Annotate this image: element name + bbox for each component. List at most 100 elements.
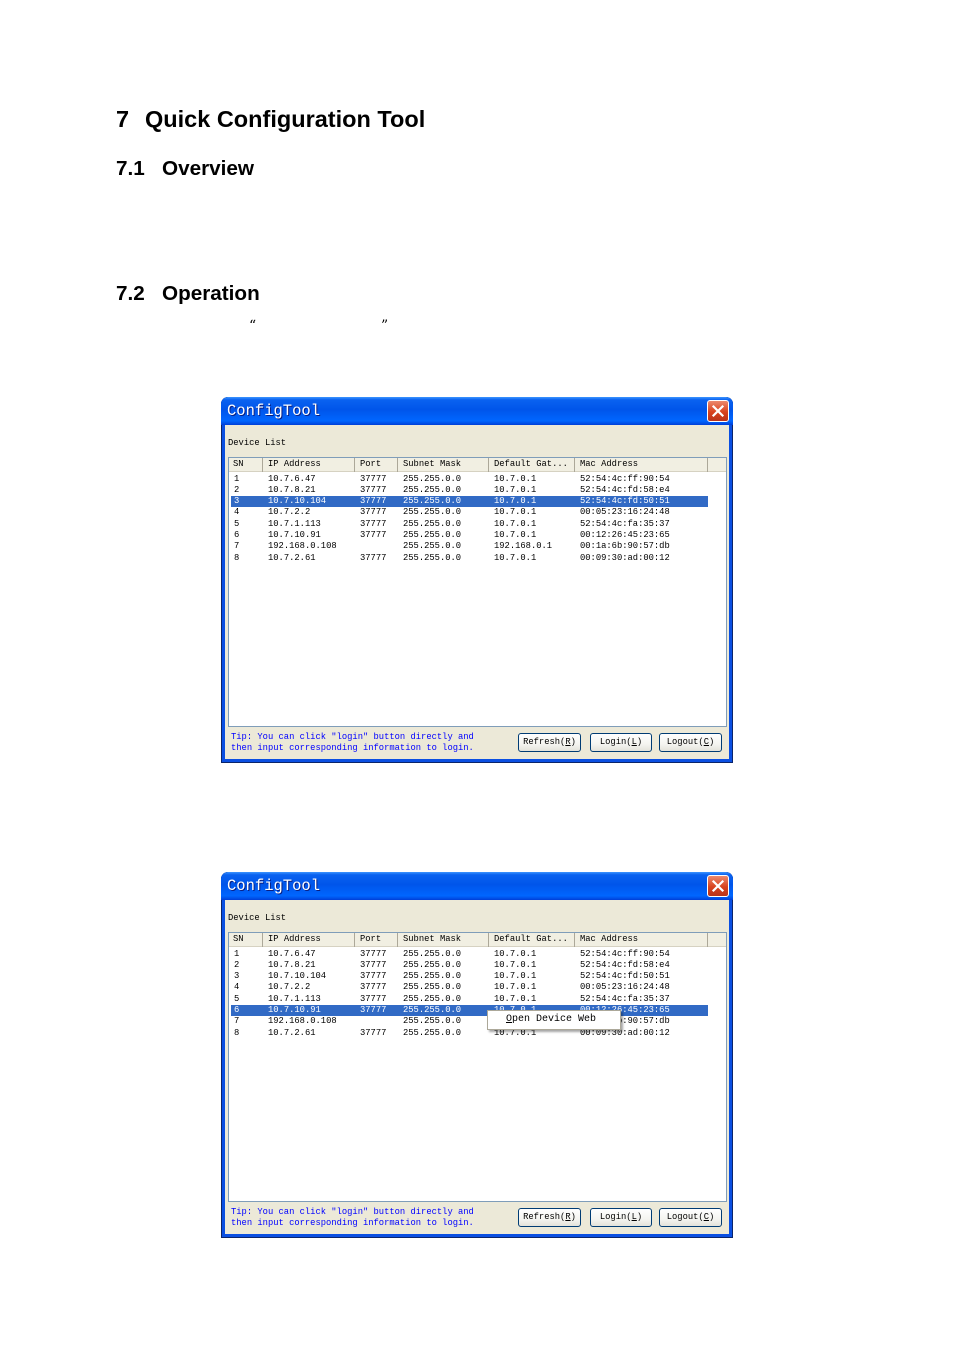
cell-subnet: 255.255.0.0 <box>403 1005 462 1015</box>
cell-mac: 52:54:4c:fa:35:37 <box>580 993 670 1004</box>
logout-label-suffix: ) <box>708 737 715 747</box>
cell-port: 37777 <box>360 982 387 993</box>
device-row[interactable]: 4 10.7.2.2 37777 255.255.0.0 10.7.0.1 00:05:2… <box>231 982 708 993</box>
cell-port: 37777 <box>360 507 387 518</box>
cell-subnet: 255.255.0.0 <box>403 507 462 518</box>
cell-port: 37777 <box>360 1005 387 1015</box>
cell-sn: 5 <box>234 518 240 529</box>
cell-sn: 1 <box>234 948 240 959</box>
cell-gateway: 10.7.0.1 <box>494 552 537 563</box>
cell-subnet: 255.255.0.0 <box>403 484 462 495</box>
device-list-label: Device List <box>228 912 287 923</box>
cell-subnet: 255.255.0.0 <box>403 496 462 507</box>
device-row[interactable]: 2 10.7.8.21 37777 255.255.0.0 10.7.0.1 52:54:… <box>231 960 708 971</box>
cell-gateway: 10.7.0.1 <box>494 484 537 495</box>
device-row[interactable]: 3 10.7.10.104 37777 255.255.0.0 10.7.0.1 52:5… <box>231 496 708 508</box>
cell-port: 37777 <box>360 948 387 959</box>
cell-ip: 10.7.6.47 <box>268 948 316 959</box>
login-button[interactable]: Login(L) <box>590 733 652 752</box>
cell-ip: 10.7.10.91 <box>268 530 321 540</box>
configtool-window: ConfigTool Device List SN IP Address Port S… <box>221 397 733 763</box>
close-icon <box>711 879 725 893</box>
cell-mac: 00:12:26:45:23:65 <box>580 530 670 540</box>
cell-ip: 10.7.8.21 <box>268 959 316 970</box>
device-row[interactable]: 7192.168.0.108255.255.0.0192.168.0.100:1… <box>231 1016 708 1027</box>
device-row[interactable]: 7192.168.0.108255.255.0.0192.168.0.100:1… <box>231 541 708 552</box>
device-row[interactable]: 1 10.7.6.47 37777 255.255.0.0 10.7.0.1 52:54:… <box>231 949 708 960</box>
refresh-button[interactable]: Refresh(R) <box>518 733 581 752</box>
cell-gateway: 192.168.0.1 <box>494 541 553 552</box>
menu-item-open-device-web[interactable]: Open Device Web <box>506 1011 596 1029</box>
section-number: 7.2 <box>116 282 145 305</box>
cell-port: 37777 <box>360 959 387 970</box>
login-label-suffix: ) <box>636 1212 643 1222</box>
cell-mac: 52:54:4c:fd:58:e4 <box>580 959 670 970</box>
cell-ip: 10.7.10.104 <box>268 496 327 507</box>
device-row[interactable]: 1 10.7.6.47 37777 255.255.0.0 10.7.0.1 52:54:… <box>231 474 708 485</box>
title-bar[interactable]: ConfigTool <box>221 872 733 900</box>
close-quote: ” <box>381 318 389 334</box>
logout-label: Logout( <box>666 737 704 747</box>
cell-gateway: 10.7.0.1 <box>494 971 537 982</box>
device-row[interactable]: 610.7.10.9137777255.255.0.010.7.0.100:12… <box>231 530 708 541</box>
cell-port: 37777 <box>360 552 387 563</box>
cell-subnet: 255.255.0.0 <box>403 473 462 484</box>
login-button[interactable]: Login(L) <box>590 1208 652 1227</box>
device-row[interactable]: 4 10.7.2.2 37777 255.255.0.0 10.7.0.1 00:05:2… <box>231 507 708 518</box>
device-list[interactable]: SN IP Address Port Subnet Mask Default Gat..… <box>228 932 727 1202</box>
refresh-button[interactable]: Refresh(R) <box>518 1208 581 1227</box>
cell-subnet: 255.255.0.0 <box>403 993 462 1004</box>
refresh-label-suffix: ) <box>570 737 576 747</box>
close-button[interactable] <box>707 875 729 897</box>
cell-sn: 8 <box>234 552 240 563</box>
tip-text: then input corresponding information to … <box>231 742 474 753</box>
cell-ip: 10.7.1.113 <box>268 993 321 1004</box>
cell-sn: 6 <box>234 530 240 540</box>
cell-port: 37777 <box>360 993 387 1004</box>
open-quote: “ <box>249 318 257 334</box>
device-list[interactable]: SN IP Address Port Subnet Mask Default Gat..… <box>228 457 727 727</box>
device-row[interactable]: 8 10.7.2.61 37777 255.255.0.0 10.7.0.1 00:09:… <box>231 1028 708 1039</box>
device-row[interactable]: 8 10.7.2.61 37777 255.255.0.0 10.7.0.1 00:09:… <box>231 553 708 564</box>
cell-gateway: 10.7.0.1 <box>494 473 537 484</box>
cell-mac: 52:54:4c:fa:35:37 <box>580 518 670 529</box>
cell-gateway: 10.7.0.1 <box>494 948 537 959</box>
cell-ip: 10.7.2.2 <box>268 507 311 518</box>
device-list-body: 1 10.7.6.47 37777 255.255.0.0 10.7.0.1 52:54:… <box>229 458 726 726</box>
cell-gateway: 10.7.0.1 <box>494 530 537 540</box>
cell-gateway: 10.7.0.1 <box>494 507 537 518</box>
cell-port: 37777 <box>360 496 387 507</box>
logout-label: Logout( <box>666 1212 704 1222</box>
device-list-body: 1 10.7.6.47 37777 255.255.0.0 10.7.0.1 52:54:… <box>229 933 726 1201</box>
title-bar[interactable]: ConfigTool <box>221 397 733 425</box>
chapter-number: 7 <box>116 106 130 132</box>
cell-mac: 00:05:23:16:24:48 <box>580 982 670 993</box>
cell-mac: 00:05:23:16:24:48 <box>580 507 670 518</box>
device-row[interactable]: 2 10.7.8.21 37777 255.255.0.0 10.7.0.1 52:54:… <box>231 485 708 496</box>
cell-gateway: 10.7.0.1 <box>494 982 537 993</box>
close-button[interactable] <box>707 400 729 422</box>
logout-button[interactable]: Logout(C) <box>659 1208 722 1227</box>
cell-mac: 52:54:4c:ff:90:54 <box>580 948 670 959</box>
cell-mac: 52:54:4c:ff:90:54 <box>580 473 670 484</box>
cell-ip: 10.7.8.21 <box>268 484 316 495</box>
cell-gateway: 10.7.0.1 <box>494 993 537 1004</box>
cell-sn: 3 <box>234 971 240 982</box>
cell-subnet: 255.255.0.0 <box>403 1016 462 1027</box>
device-row[interactable]: 610.7.10.9137777255.255.0.010.7.0.100:12… <box>231 1005 708 1017</box>
cell-subnet: 255.255.0.0 <box>403 959 462 970</box>
cell-sn: 7 <box>234 1016 240 1027</box>
cell-gateway: 10.7.0.1 <box>494 496 537 507</box>
cell-sn: 3 <box>234 496 240 507</box>
logout-button[interactable]: Logout(C) <box>659 733 722 752</box>
close-icon <box>711 404 725 418</box>
cell-ip: 10.7.2.61 <box>268 1027 316 1038</box>
cell-mac: 00:09:30:ad:00:12 <box>580 552 670 563</box>
device-row[interactable]: 3 10.7.10.104 37777 255.255.0.0 10.7.0.1 52:5… <box>231 971 708 982</box>
cell-gateway: 10.7.0.1 <box>494 518 537 529</box>
cell-sn: 1 <box>234 473 240 484</box>
device-row[interactable]: 5 10.7.1.113 37777 255.255.0.0 10.7.0.1 52:54… <box>231 994 708 1005</box>
device-row[interactable]: 5 10.7.1.113 37777 255.255.0.0 10.7.0.1 52:54… <box>231 519 708 530</box>
login-label: Login( <box>599 737 632 747</box>
cell-gateway: 10.7.0.1 <box>494 959 537 970</box>
